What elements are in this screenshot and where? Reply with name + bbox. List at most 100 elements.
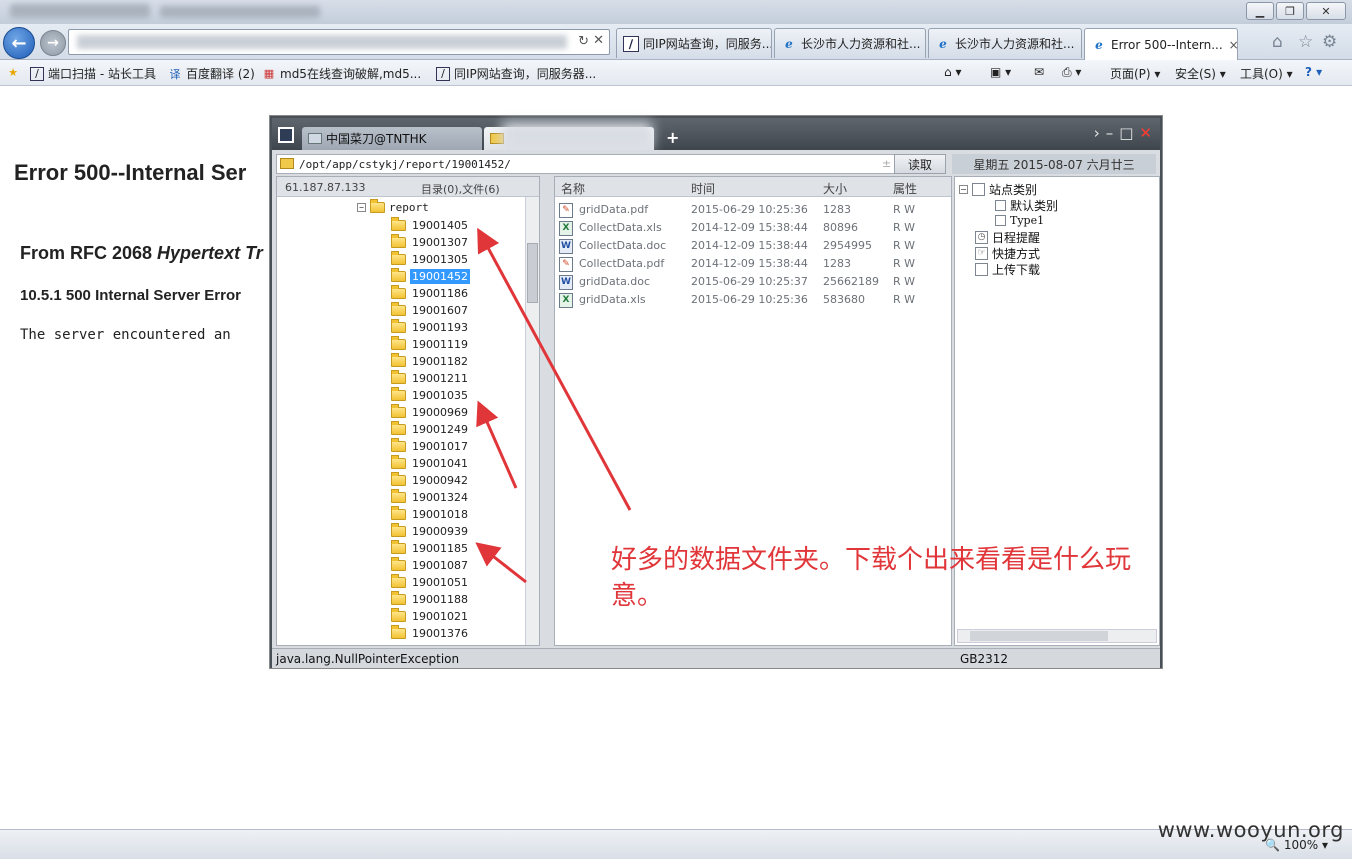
tree-folder-item[interactable]: 19001035 bbox=[391, 387, 470, 404]
maximize-icon[interactable]: □ bbox=[1119, 124, 1133, 142]
site-category-node[interactable]: − 站点类别 bbox=[959, 181, 1037, 198]
tree-folder-item[interactable]: 19001017 bbox=[391, 438, 470, 455]
sidebar-toggle-icon[interactable] bbox=[278, 127, 294, 143]
file-name: CollectData.doc bbox=[579, 239, 667, 252]
tree-folder-item[interactable]: 19001324 bbox=[391, 489, 470, 506]
tree-folder-item[interactable]: 19001307 bbox=[391, 234, 470, 251]
minimize-button[interactable]: ▁ bbox=[1246, 2, 1274, 20]
folder-icon bbox=[391, 217, 406, 231]
tree-folder-item[interactable]: 19001211 bbox=[391, 370, 470, 387]
tree-root-report[interactable]: − report bbox=[357, 199, 429, 214]
file-row[interactable]: ✎ CollectData.pdf 2014-12-09 15:38:44 1283 R… bbox=[555, 255, 951, 273]
window-title-bar: ▁ ❐ ✕ bbox=[0, 0, 1352, 24]
tree-folder-item[interactable]: 19001607 bbox=[391, 302, 470, 319]
fav-port-scan[interactable]: ∕ 端口扫描 - 站长工具 bbox=[30, 65, 156, 82]
tree-folder-item[interactable]: 19001051 bbox=[391, 574, 470, 591]
tree-folder-item[interactable]: 19000969 bbox=[391, 404, 470, 421]
tree-scrollbar[interactable] bbox=[525, 197, 539, 645]
address-bar[interactable]: ↻ ✕ bbox=[68, 29, 610, 55]
folder-label: 19001087 bbox=[412, 559, 468, 572]
tools-menu[interactable]: 工具(O) ▾ bbox=[1240, 65, 1293, 82]
type1-node[interactable]: Type1 bbox=[995, 214, 1044, 227]
chevron-right-icon[interactable]: › bbox=[1094, 124, 1100, 142]
tree-folder-item[interactable]: 19001405 bbox=[391, 217, 470, 234]
feeds-dropdown[interactable]: ▣ ▾ bbox=[990, 65, 1011, 79]
file-row[interactable]: WgridData.doc 2015-06-29 10:25:37 25662189… bbox=[555, 273, 951, 291]
tab-same-ip[interactable]: ∕ 同IP网站查询，同服务... bbox=[616, 28, 772, 58]
page-menu[interactable]: 页面(P) ▾ bbox=[1110, 65, 1160, 82]
error-subheading: 10.5.1 500 Internal Server Error bbox=[20, 287, 241, 304]
blurred-url bbox=[77, 35, 567, 49]
close-tab-icon[interactable]: × bbox=[1229, 38, 1237, 52]
shortcuts-node[interactable]: ☞ 快捷方式 bbox=[975, 245, 1040, 262]
file-row[interactable]: X CollectData.xls 2014-12-09 15:38:44 80896… bbox=[555, 219, 951, 237]
tree-folder-item[interactable]: 19001249 bbox=[391, 421, 470, 438]
maximize-button[interactable]: ❐ bbox=[1276, 2, 1304, 20]
safety-menu[interactable]: 安全(S) ▾ bbox=[1175, 65, 1226, 82]
tree-folder-item[interactable]: 19001021 bbox=[391, 608, 470, 625]
tree-folder-item[interactable]: 19001193 bbox=[391, 319, 470, 336]
close-icon[interactable]: ✕ bbox=[1139, 124, 1152, 142]
default-category-node[interactable]: 默认类别 bbox=[995, 197, 1058, 214]
back-button[interactable]: ← bbox=[3, 27, 35, 59]
file-time: 2014-12-09 15:38:44 bbox=[691, 221, 808, 234]
tree-folder-item[interactable]: 19001185 bbox=[391, 540, 470, 557]
settings-gear-icon[interactable]: ⚙ bbox=[1322, 32, 1337, 52]
column-name[interactable]: 名称 bbox=[561, 180, 585, 197]
tree-folder-item[interactable]: 19000942 bbox=[391, 472, 470, 489]
read-button[interactable]: 读取 bbox=[894, 154, 946, 174]
tree-folder-item[interactable]: 19000939 bbox=[391, 523, 470, 540]
path-input[interactable]: /opt/app/cstykj/report/19001452/ ± ⌄ bbox=[276, 154, 926, 174]
folder-label: 19001211 bbox=[412, 372, 468, 385]
tree-folder-item[interactable]: 19001186 bbox=[391, 285, 470, 302]
file-row[interactable]: ✎ gridData.pdf 2015-06-29 10:25:36 1283 R W bbox=[555, 201, 951, 219]
home-dropdown[interactable]: ⌂ ▾ bbox=[944, 65, 961, 79]
tab-changsha-1[interactable]: e 长沙市人力资源和社... bbox=[774, 28, 926, 58]
fav-baidu-translate[interactable]: 译 百度翻译 (2) bbox=[168, 65, 255, 82]
favorites-star-icon[interactable]: ☆ bbox=[1298, 32, 1313, 52]
schedule-node[interactable]: ◷ 日程提醒 bbox=[975, 229, 1040, 246]
tree-folder-item[interactable]: 19001041 bbox=[391, 455, 470, 472]
tree-folder-item[interactable]: 19001182 bbox=[391, 353, 470, 370]
collapse-toggle-icon[interactable]: − bbox=[357, 203, 366, 212]
minimize-icon[interactable]: – bbox=[1106, 124, 1114, 142]
tree-folder-item[interactable]: 19001376 bbox=[391, 625, 470, 642]
fav-same-ip[interactable]: ∕ 同IP网站查询，同服务器... bbox=[436, 65, 596, 82]
horizontal-scrollbar[interactable] bbox=[957, 629, 1157, 643]
file-size: 1283 bbox=[823, 203, 851, 216]
folder-label: 19000942 bbox=[412, 474, 468, 487]
new-tab-button[interactable]: + bbox=[666, 128, 679, 147]
upload-download-node[interactable]: 上传下载 bbox=[975, 261, 1040, 278]
scrollbar-thumb[interactable] bbox=[970, 631, 1108, 641]
folder-icon bbox=[391, 540, 406, 554]
column-attr[interactable]: 属性 bbox=[893, 180, 917, 197]
close-window-button[interactable]: ✕ bbox=[1306, 2, 1346, 20]
mail-button[interactable]: ✉ bbox=[1034, 65, 1044, 79]
refresh-icon[interactable]: ↻ bbox=[578, 34, 589, 49]
path-text: /opt/app/cstykj/report/19001452/ bbox=[299, 158, 511, 171]
folder-icon bbox=[391, 489, 406, 503]
tab-error-500[interactable]: e Error 500--Intern... × bbox=[1084, 28, 1238, 60]
file-row[interactable]: W CollectData.doc 2014-12-09 15:38:44 29549… bbox=[555, 237, 951, 255]
scrollbar-thumb[interactable] bbox=[527, 243, 538, 303]
tree-folder-item[interactable]: 19001452 bbox=[391, 268, 470, 285]
tree-folder-item[interactable]: 19001119 bbox=[391, 336, 470, 353]
file-row[interactable]: XgridData.xls 2015-06-29 10:25:36 583680 R … bbox=[555, 291, 951, 309]
forward-button[interactable]: → bbox=[40, 30, 66, 56]
favorites-star-icon[interactable]: ★ bbox=[6, 65, 20, 79]
stop-icon[interactable]: ✕ bbox=[593, 33, 604, 48]
collapse-toggle-icon[interactable]: − bbox=[959, 185, 968, 194]
tree-folder-item[interactable]: 19001188 bbox=[391, 591, 470, 608]
help-menu[interactable]: ? ▾ bbox=[1305, 65, 1322, 79]
tree-folder-item[interactable]: 19001087 bbox=[391, 557, 470, 574]
encoding-label[interactable]: GB2312 bbox=[960, 652, 1008, 666]
home-icon[interactable]: ⌂ bbox=[1272, 32, 1283, 52]
print-dropdown[interactable]: ⎙ ▾ bbox=[1062, 65, 1081, 80]
tab-changsha-2[interactable]: e 长沙市人力资源和社... bbox=[928, 28, 1082, 58]
tree-folder-item[interactable]: 19001018 bbox=[391, 506, 470, 523]
fav-md5[interactable]: ▦ md5在线查询破解,md5... bbox=[262, 65, 421, 82]
chopper-tab-main[interactable]: 中国菜刀@TNTHK bbox=[302, 127, 482, 150]
column-time[interactable]: 时间 bbox=[691, 180, 715, 197]
column-size[interactable]: 大小 bbox=[823, 180, 847, 197]
tree-folder-item[interactable]: 19001305 bbox=[391, 251, 470, 268]
